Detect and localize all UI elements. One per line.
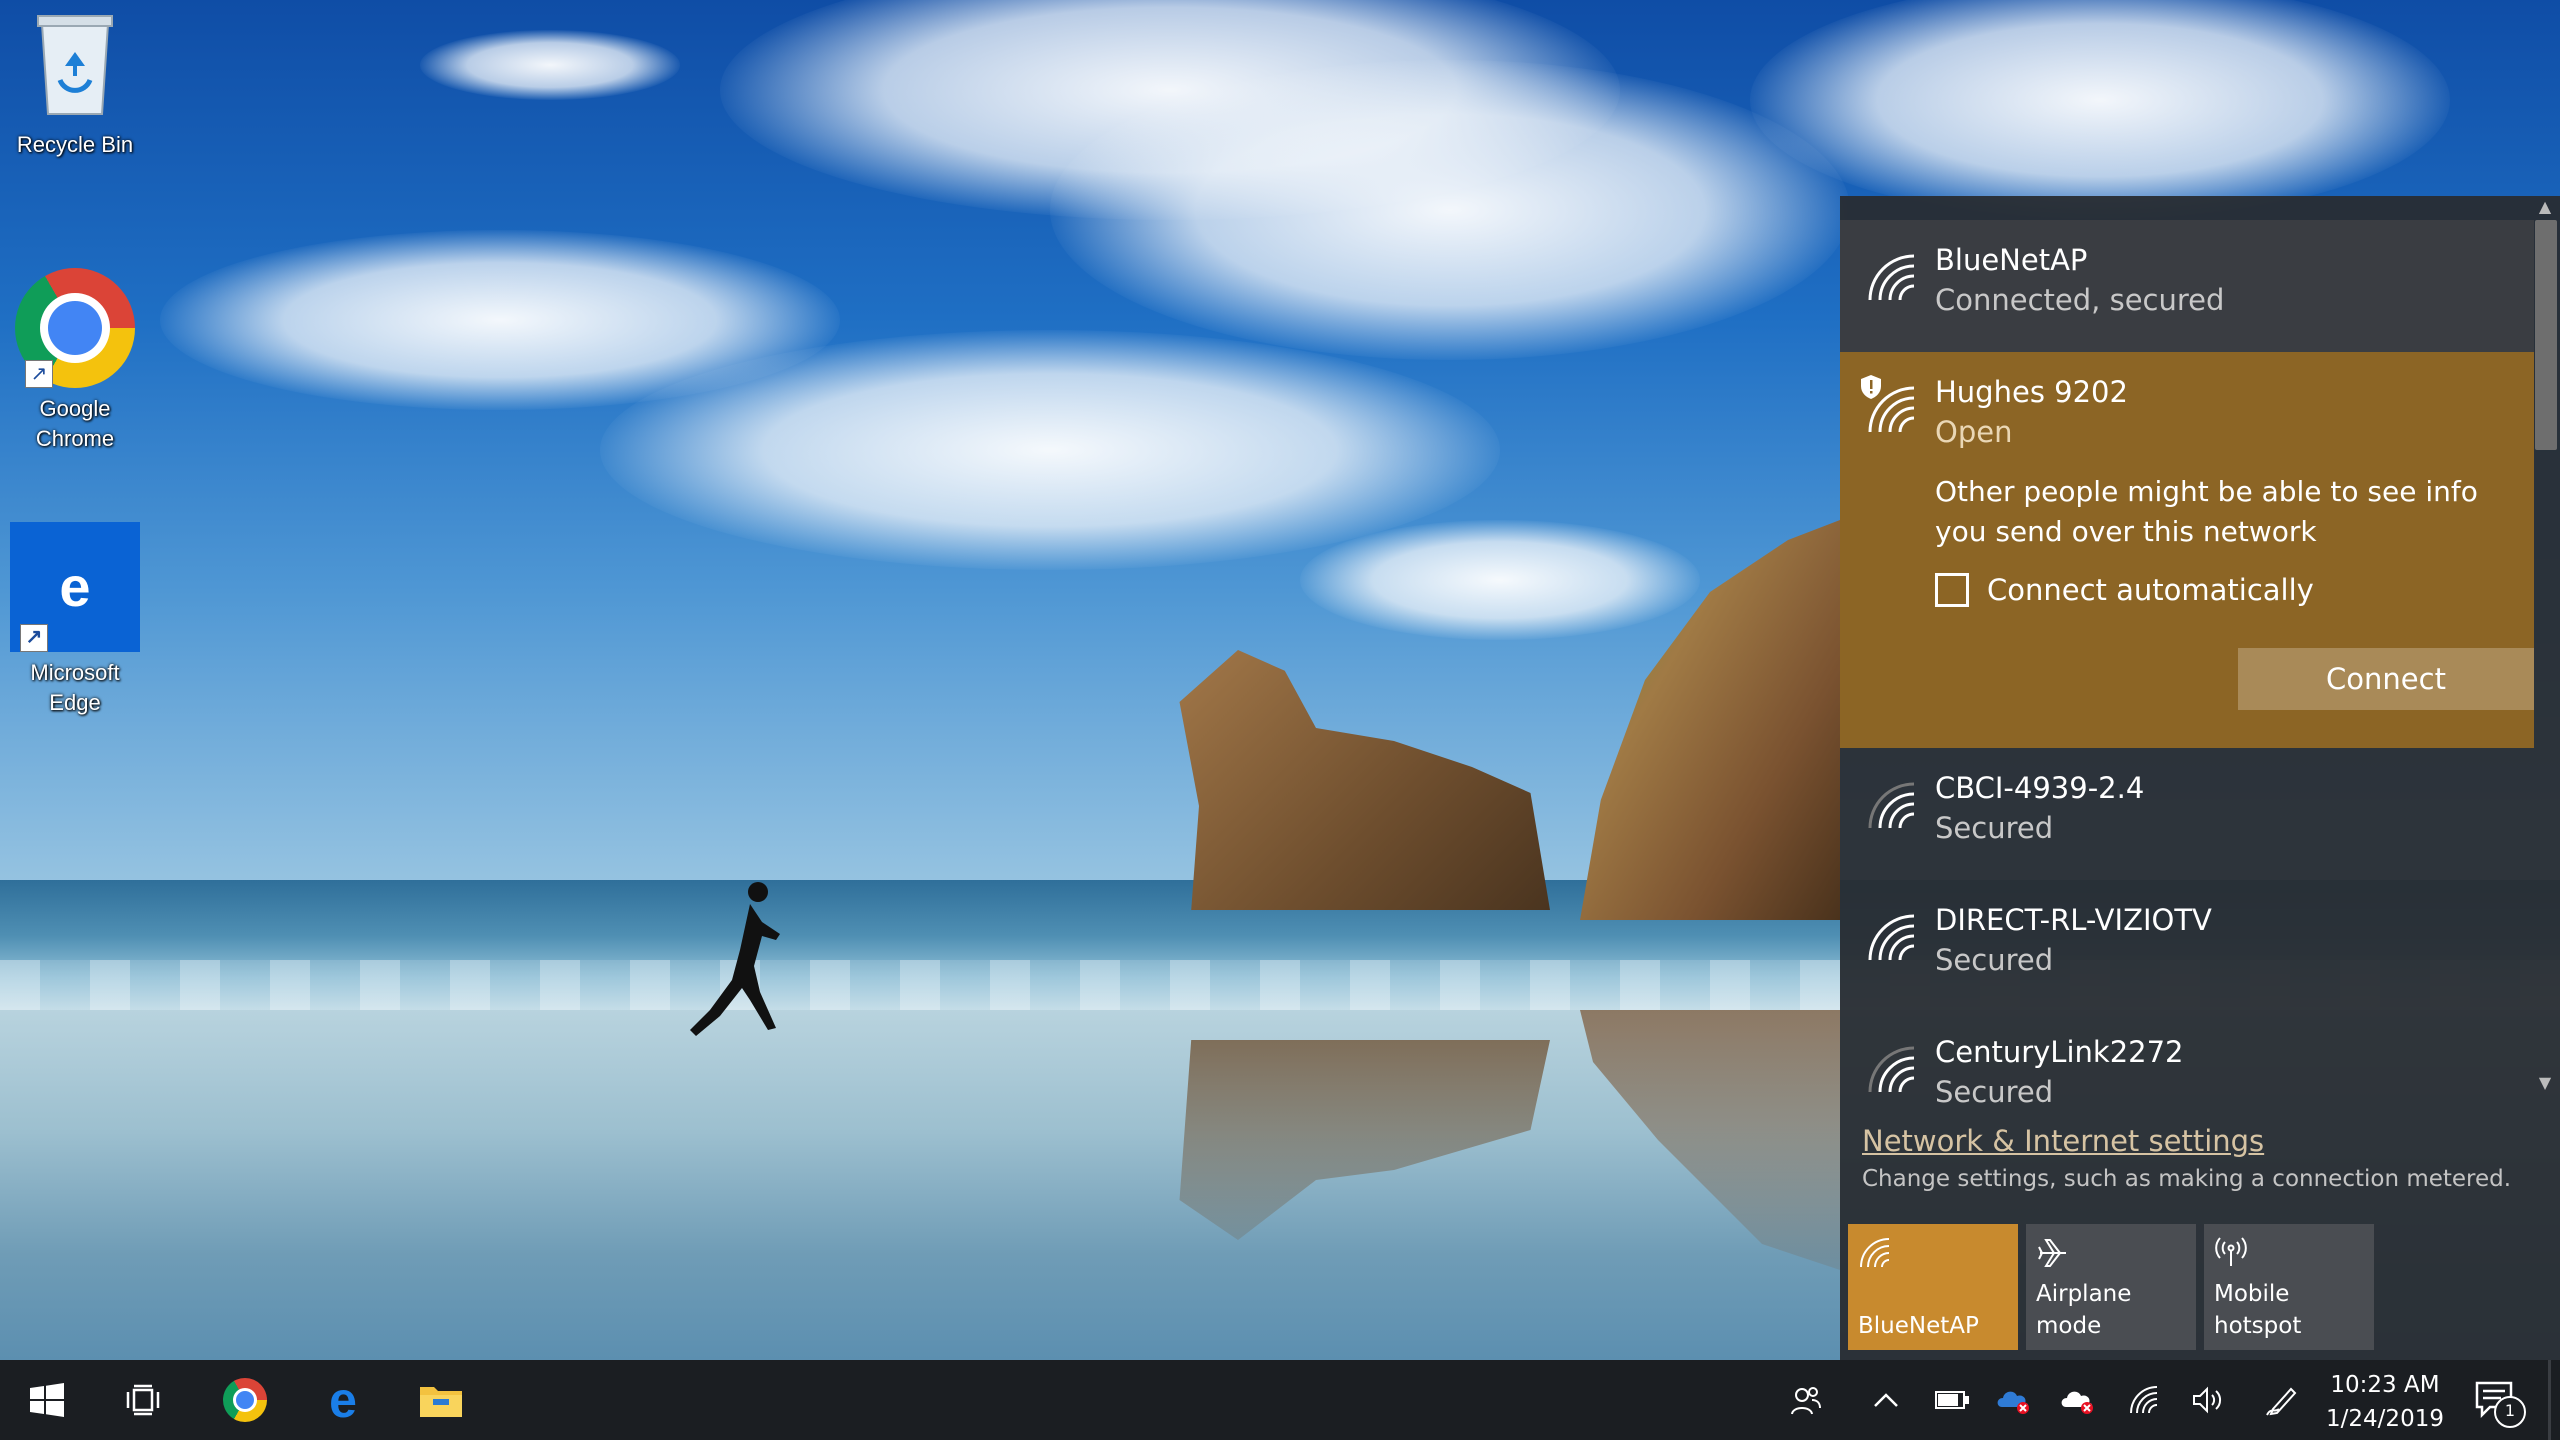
cloud — [600, 330, 1500, 570]
quick-action-label: Mobile hotspot — [2214, 1281, 2302, 1339]
cloud — [420, 30, 680, 100]
battery-icon[interactable] — [1932, 1380, 1972, 1420]
network-item-direct-rl-viziotv[interactable]: DIRECT-RL-VIZIOTV Secured — [1840, 880, 2534, 1012]
network-flyout: ▲ ▼ BlueNetAP Connected, secured Hughes … — [1840, 196, 2560, 1360]
network-status: Connected, secured — [1935, 283, 2225, 317]
task-view-button[interactable] — [98, 1360, 188, 1440]
network-status: Secured — [1935, 811, 2054, 845]
onedrive-personal-error-icon[interactable] — [2058, 1380, 2098, 1420]
shortcut-arrow-icon: ↗ — [25, 360, 53, 388]
shortcut-arrow-icon: ↗ — [20, 624, 48, 652]
clock-time: 10:23 AM — [2330, 1372, 2440, 1398]
volume-icon[interactable] — [2188, 1380, 2228, 1420]
wifi-icon[interactable] — [2124, 1380, 2164, 1420]
chrome-icon — [223, 1378, 267, 1422]
desktop-icon-label: Google Chrome — [35, 396, 115, 451]
airplane-icon — [2038, 1239, 2066, 1267]
taskbar-edge[interactable]: e — [298, 1360, 388, 1440]
clock-date: 1/24/2019 — [2326, 1406, 2444, 1432]
taskbar-file-explorer[interactable] — [396, 1360, 486, 1440]
network-item-cbci-4939[interactable]: CBCI-4939-2.4 Secured — [1840, 748, 2534, 880]
scrollbar-thumb[interactable] — [2535, 220, 2557, 450]
quick-action-wifi[interactable]: BlueNetAP — [1848, 1224, 2018, 1350]
taskbar: e 10:23 AM 1/24/2019 1 — [0, 1360, 2560, 1440]
network-name: CenturyLink2272 — [1935, 1035, 2184, 1069]
desktop-icon-label: Microsoft Edge — [30, 660, 120, 715]
network-item-bluenetap[interactable]: BlueNetAP Connected, secured — [1840, 220, 2534, 352]
wifi-icon — [1868, 782, 1915, 829]
network-list: BlueNetAP Connected, secured Hughes 9202… — [1840, 220, 2534, 1144]
quick-action-mobile-hotspot[interactable]: Mobile hotspot — [2204, 1224, 2374, 1350]
quick-action-airplane-mode[interactable]: Airplane mode — [2026, 1224, 2196, 1350]
quick-action-tiles: BlueNetAP Airplane mode Mobile hotspot — [1848, 1224, 2374, 1350]
runner-silhouette — [690, 882, 780, 1036]
chrome-icon: ↗ — [15, 268, 135, 388]
cloud — [1300, 520, 1700, 640]
show-desktop-button[interactable] — [2548, 1360, 2551, 1440]
connect-automatically-option[interactable]: Connect automatically — [1935, 568, 2314, 612]
scroll-up-arrow[interactable]: ▲ — [2532, 196, 2558, 218]
connect-automatically-checkbox[interactable] — [1935, 573, 1969, 607]
start-button[interactable] — [2, 1360, 92, 1440]
system-clock[interactable]: 10:23 AM 1/24/2019 — [2310, 1368, 2460, 1436]
network-item-hughes-9202[interactable]: Hughes 9202 Open Other people might be a… — [1840, 352, 2534, 748]
wifi-icon — [1860, 1238, 1890, 1268]
pen-workspace-icon[interactable] — [2262, 1380, 2302, 1420]
wifi-icon — [1868, 254, 1915, 301]
folder-icon — [420, 1387, 462, 1417]
wifi-icon — [1868, 1046, 1915, 1093]
network-internet-settings-link[interactable]: Network & Internet settings — [1862, 1124, 2264, 1158]
wifi-icon — [1868, 914, 1915, 961]
connect-automatically-label: Connect automatically — [1987, 573, 2314, 607]
network-settings-description: Change settings, such as making a connec… — [1862, 1166, 2512, 1192]
network-name: CBCI-4939-2.4 — [1935, 771, 2145, 805]
network-name: Hughes 9202 — [1935, 375, 2128, 409]
recycle-bin-icon — [37, 15, 113, 115]
action-center-button[interactable]: 1 — [2470, 1374, 2526, 1428]
desktop-icon-label: Recycle Bin — [16, 132, 134, 157]
taskbar-chrome[interactable] — [200, 1360, 290, 1440]
cloud — [1050, 60, 1850, 360]
people-icon[interactable] — [1786, 1380, 1826, 1420]
notification-count-badge: 1 — [2494, 1396, 2526, 1428]
desktop-icon-recycle-bin[interactable]: Recycle Bin — [10, 10, 140, 160]
network-status: Secured — [1935, 1075, 2054, 1109]
connect-button[interactable]: Connect — [2238, 648, 2534, 710]
chevron-up-icon[interactable] — [1866, 1380, 1906, 1420]
network-name: BlueNetAP — [1935, 243, 2088, 277]
open-network-warning: Other people might be able to see info y… — [1935, 475, 2478, 548]
network-name: DIRECT-RL-VIZIOTV — [1935, 903, 2212, 937]
hotspot-icon — [2215, 1237, 2247, 1266]
desktop-icon-google-chrome[interactable]: ↗ Google Chrome — [10, 268, 140, 454]
onedrive-error-icon[interactable] — [1994, 1380, 2034, 1420]
network-status: Open — [1935, 415, 2013, 449]
quick-action-label: Airplane mode — [2036, 1281, 2132, 1339]
quick-action-label: BlueNetAP — [1858, 1313, 1979, 1339]
network-status: Secured — [1935, 943, 2054, 977]
windows-logo-icon — [30, 1383, 64, 1417]
desktop-icon-microsoft-edge[interactable]: e ↗ Microsoft Edge — [10, 522, 140, 718]
edge-icon: e — [329, 1372, 357, 1428]
scroll-down-arrow[interactable]: ▼ — [2532, 1072, 2558, 1094]
task-view-icon — [126, 1384, 160, 1416]
edge-icon: e ↗ — [10, 522, 140, 652]
wifi-icon — [1868, 386, 1915, 433]
